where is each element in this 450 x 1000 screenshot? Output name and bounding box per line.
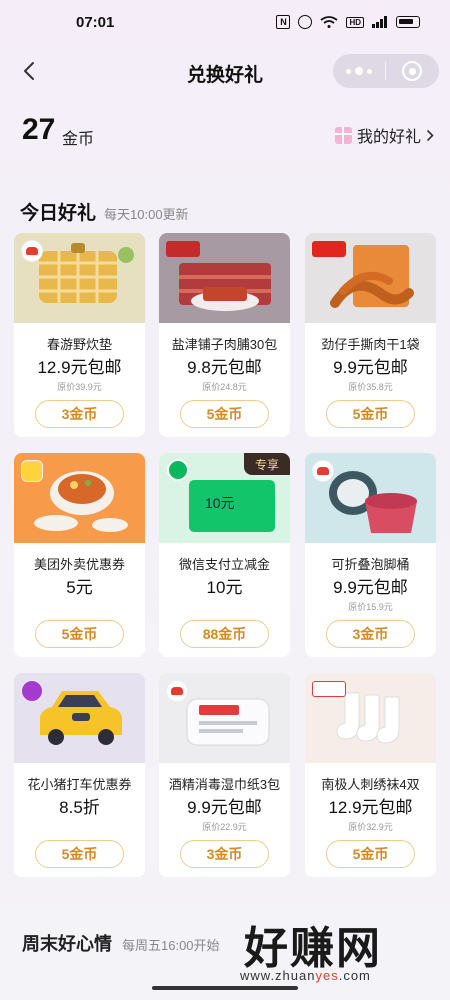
- gift-price: 5元: [66, 578, 93, 597]
- jerky-image: [159, 233, 290, 323]
- original-price: 原价22.9元: [202, 822, 247, 832]
- gift-price: 12.9元包邮: [37, 358, 122, 377]
- chevron-right-icon: [426, 129, 434, 141]
- gift-price: 9.9元包邮: [187, 798, 262, 817]
- coin-unit: 金币: [62, 131, 95, 148]
- dot-icon: [355, 67, 363, 75]
- redeem-button[interactable]: 88金币: [180, 620, 269, 648]
- check-icon: [167, 459, 189, 481]
- gift-card[interactable]: 酒精消毒湿巾纸3包 9.9元包邮 原价22.9元 3金币: [159, 673, 290, 877]
- original-price: 原价32.9元: [348, 822, 393, 832]
- weekend-subtitle: 每周五16:00开始: [122, 938, 220, 953]
- original-price: 原价39.9元: [57, 382, 102, 392]
- gift-price: 12.9元包邮: [328, 798, 413, 817]
- gift-card[interactable]: 南极人刺绣袜4双 12.9元包邮 原价32.9元 5金币: [305, 673, 436, 877]
- wet-wipes-image: [159, 673, 290, 763]
- exclusive-tag: 专享: [244, 453, 290, 475]
- taxi-car-image: [14, 673, 145, 763]
- redeem-button[interactable]: 5金币: [35, 620, 124, 648]
- alarm-icon: [298, 15, 313, 29]
- weekend-title: 周末好心情: [22, 934, 112, 954]
- redeem-button[interactable]: 5金币: [326, 840, 415, 868]
- original-price: 原价15.9元: [348, 602, 393, 612]
- home-indicator[interactable]: [152, 986, 298, 990]
- gift-name: 南极人刺绣袜4双: [321, 777, 420, 792]
- gift-card[interactable]: 可折叠泡脚桶 9.9元包邮 原价15.9元 3金币: [305, 453, 436, 657]
- gift-card[interactable]: 10元 专享 微信支付立减金 10元 88金币: [159, 453, 290, 657]
- wifi-icon: [320, 16, 338, 28]
- coin-balance-row: 27 金币 我的好礼: [22, 113, 434, 153]
- gift-card[interactable]: 春游野炊垫 12.9元包邮 原价39.9元 3金币: [14, 233, 145, 437]
- nav-bar: 兑换好礼: [0, 48, 450, 94]
- redeem-button[interactable]: 5金币: [35, 840, 124, 868]
- foot-bucket-image: [305, 453, 436, 543]
- gift-card[interactable]: 劲仔手撕肉干1袋 9.9元包邮 原价35.8元 5金币: [305, 233, 436, 437]
- brand-logo-icon: [312, 681, 346, 697]
- gift-card[interactable]: 花小猪打车优惠券 8.5折 5金币: [14, 673, 145, 877]
- brand-logo-icon: [312, 460, 334, 482]
- brand-logo-icon: [312, 241, 346, 257]
- gift-price: 10元: [206, 578, 243, 597]
- gift-name: 酒精消毒湿巾纸3包: [168, 777, 281, 792]
- battery-icon: [396, 16, 420, 28]
- status-icons: N HD: [276, 15, 420, 29]
- watermark-url: www.zhuanyes.com: [240, 968, 371, 983]
- original-price: 原价35.8元: [348, 382, 393, 392]
- original-price: 原价24.8元: [202, 382, 247, 392]
- gift-card[interactable]: 美团外卖优惠券 5元 5金币: [14, 453, 145, 657]
- target-icon: [402, 61, 422, 81]
- brand-logo-icon: [21, 680, 43, 702]
- coin-amount: 27: [22, 113, 56, 146]
- gift-price: 8.5折: [59, 798, 100, 817]
- my-gifts-label: 我的好礼: [356, 129, 421, 146]
- socks-image: [305, 673, 436, 763]
- gift-name: 盐津铺子肉脯30包: [171, 337, 278, 352]
- more-button[interactable]: [333, 54, 385, 88]
- hd-icon: HD: [346, 16, 364, 28]
- watermark-logo: 好赚网: [244, 924, 382, 973]
- gift-price: 9.9元包邮: [333, 578, 408, 597]
- shredded-jerky-image: [305, 233, 436, 323]
- close-mini-program-button[interactable]: [386, 54, 438, 88]
- meituan-logo-icon: [21, 460, 43, 482]
- gift-name: 美团外卖优惠券: [33, 557, 125, 572]
- redeem-button[interactable]: 5金币: [180, 400, 269, 428]
- gift-name: 可折叠泡脚桶: [331, 557, 410, 572]
- today-gifts-header: 今日好礼 每天10:00更新: [20, 198, 189, 225]
- gift-price: 9.8元包邮: [187, 358, 262, 377]
- brand-logo-icon: [166, 241, 200, 257]
- gift-name: 花小猪打车优惠券: [27, 777, 132, 792]
- nfc-icon: N: [276, 15, 291, 29]
- voucher-amount: 10元: [205, 495, 235, 511]
- picnic-mat-image: [14, 233, 145, 323]
- status-time: 07:01: [76, 13, 115, 31]
- gift-card[interactable]: 盐津铺子肉脯30包 9.8元包邮 原价24.8元 5金币: [159, 233, 290, 437]
- wechat-pay-image: 10元 专享: [159, 453, 290, 543]
- my-gifts-link[interactable]: 我的好礼: [334, 123, 434, 147]
- status-bar: 07:01 N HD: [0, 0, 450, 44]
- redeem-button[interactable]: 3金币: [180, 840, 269, 868]
- dot-icon: [367, 68, 372, 74]
- gift-name: 春游野炊垫: [46, 337, 112, 352]
- signal-icon: [372, 16, 388, 28]
- food-delivery-image: [14, 453, 145, 543]
- brand-logo-icon: [166, 680, 188, 702]
- mini-program-capsule: [333, 54, 439, 88]
- gift-name: 劲仔手撕肉干1袋: [321, 337, 420, 352]
- section-subtitle: 每天10:00更新: [104, 207, 189, 222]
- redeem-button[interactable]: 5金币: [326, 400, 415, 428]
- gift-icon: [334, 126, 352, 144]
- redeem-button[interactable]: 3金币: [326, 620, 415, 648]
- gift-price: 9.9元包邮: [333, 358, 408, 377]
- section-title: 今日好礼: [20, 203, 97, 224]
- redeem-button[interactable]: 3金币: [35, 400, 124, 428]
- gift-name: 微信支付立减金: [178, 557, 270, 572]
- brand-logo-icon: [21, 240, 43, 262]
- dot-icon: [346, 68, 351, 74]
- weekend-section-header: 周末好心情 每周五16:00开始: [22, 930, 220, 956]
